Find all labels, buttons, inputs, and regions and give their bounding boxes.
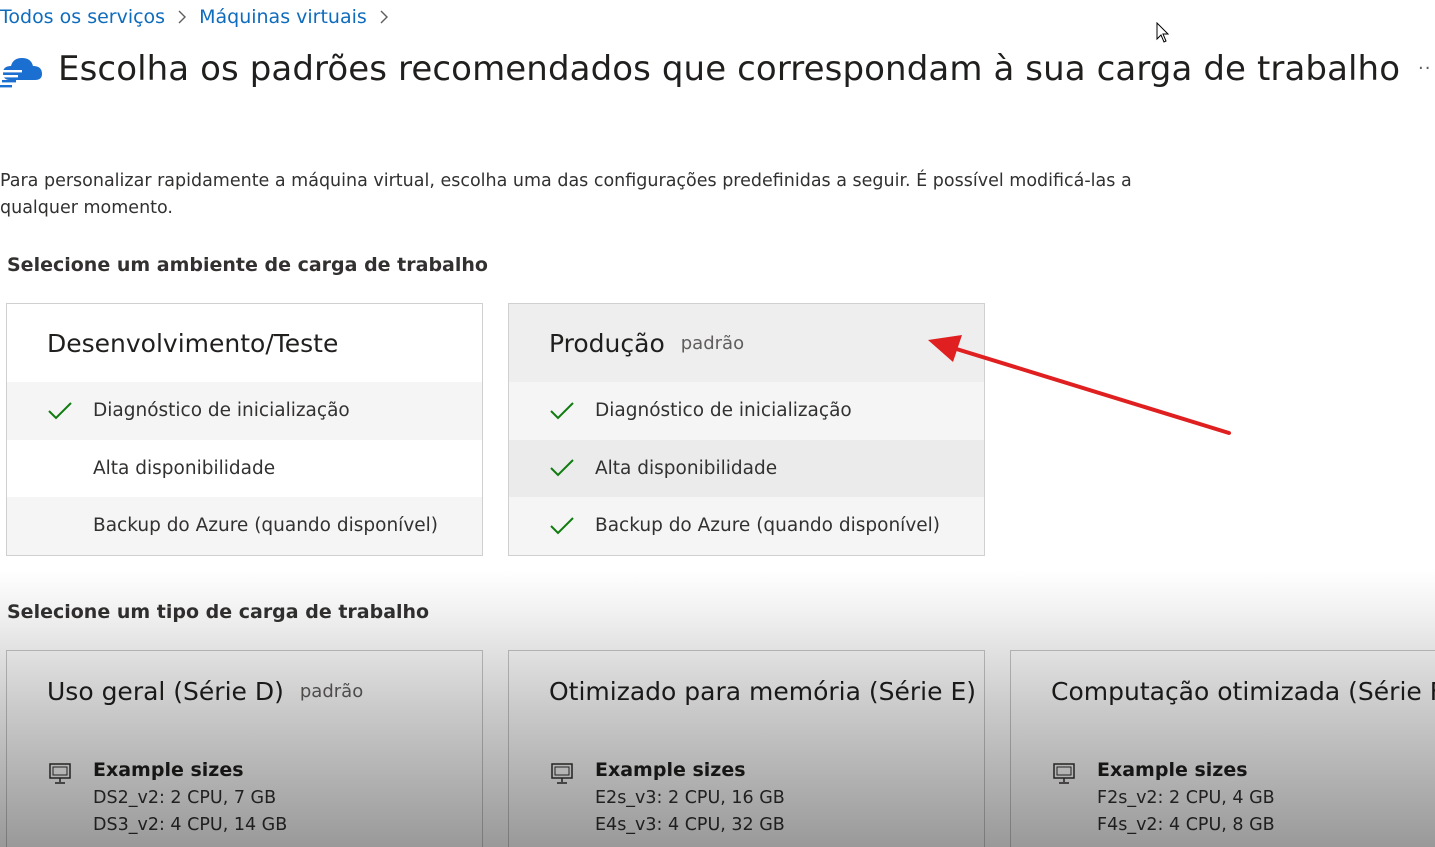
feature-label: Alta disponibilidade <box>595 457 778 479</box>
page-title: Escolha os padrões recomendados que corr… <box>58 49 1401 89</box>
chevron-right-icon <box>177 9 187 25</box>
card-header: Otimizado para memória (Série E) <box>509 651 984 731</box>
monitor-icon <box>49 763 71 784</box>
monitor-icon <box>551 763 573 784</box>
card-title: Desenvolvimento/Teste <box>47 328 339 358</box>
breadcrumb: Todos os serviços Máquinas virtuais <box>0 6 401 28</box>
monitor-icon <box>1053 763 1075 784</box>
checkmark-icon <box>549 398 575 424</box>
feature-label: Backup do Azure (quando disponível) <box>595 515 941 537</box>
feature-row: Backup do Azure (quando disponível) <box>509 497 984 555</box>
card-title: Uso geral (Série D) <box>47 676 284 706</box>
breadcrumb-all-services[interactable]: Todos os serviços <box>0 6 165 28</box>
feature-label: Backup do Azure (quando disponível) <box>93 515 439 537</box>
sizes-label: Example sizes <box>595 759 746 781</box>
card-title: Otimizado para memória (Série E) <box>549 676 976 706</box>
workload-section-heading: Selecione um tipo de carga de trabalho <box>7 601 430 623</box>
feature-row: Diagnóstico de inicialização <box>509 382 984 440</box>
card-body: Example sizes E2s_v3: 2 CPU, 16 GB E4s_v… <box>509 731 984 839</box>
card-header: Computação otimizada (Série F) <box>1011 651 1435 731</box>
feature-label: Diagnóstico de inicialização <box>595 400 852 422</box>
more-options-icon[interactable]: ·· <box>1418 58 1431 79</box>
checkmark-icon <box>47 398 73 424</box>
sizes-label: Example sizes <box>93 759 244 781</box>
title-row: Escolha os padrões recomendados que corr… <box>0 46 1400 92</box>
feature-label: Diagnóstico de inicialização <box>93 400 350 422</box>
mouse-cursor-icon <box>1156 22 1170 43</box>
feature-row: Alta disponibilidade <box>509 439 984 497</box>
chevron-right-icon <box>379 9 389 25</box>
size-line: E2s_v3: 2 CPU, 16 GB <box>595 788 785 808</box>
environment-section-heading: Selecione um ambiente de carga de trabal… <box>7 254 488 276</box>
feature-row: Alta disponibilidade <box>7 440 482 498</box>
environment-card-devtest[interactable]: Desenvolvimento/Teste Diagnóstico de ini… <box>6 303 483 556</box>
feature-row: Backup do Azure (quando disponível) <box>7 497 482 555</box>
size-line: F2s_v2: 2 CPU, 4 GB <box>1097 788 1275 808</box>
size-line: DS2_v2: 2 CPU, 7 GB <box>93 788 277 808</box>
intro-text: Para personalizar rapidamente a máquina … <box>0 171 1132 218</box>
card-title: Produção <box>549 328 665 358</box>
workload-card-general-purpose[interactable]: Uso geral (Série D) padrão Example sizes… <box>6 650 483 847</box>
default-tag: padrão <box>299 680 364 702</box>
breadcrumb-virtual-machines[interactable]: Máquinas virtuais <box>199 6 367 28</box>
default-tag: padrão <box>680 332 745 354</box>
card-header: Uso geral (Série D) padrão <box>7 651 482 731</box>
page: Todos os serviços Máquinas virtuais Esco… <box>0 0 1435 847</box>
card-body: Example sizes F2s_v2: 2 CPU, 4 GB F4s_v2… <box>1011 731 1435 839</box>
feature-row: Diagnóstico de inicialização <box>7 382 482 440</box>
size-line: DS3_v2: 4 CPU, 14 GB <box>93 815 288 835</box>
card-header: Desenvolvimento/Teste <box>7 304 482 382</box>
checkmark-icon <box>549 455 575 481</box>
feature-label: Alta disponibilidade <box>93 457 276 479</box>
card-body: Example sizes DS2_v2: 2 CPU, 7 GB DS3_v2… <box>7 731 482 839</box>
checkmark-icon <box>549 513 575 539</box>
card-title: Computação otimizada (Série F) <box>1051 676 1435 706</box>
sizes-label: Example sizes <box>1097 759 1248 781</box>
workload-card-memory-optimized[interactable]: Otimizado para memória (Série E) Example… <box>508 650 985 847</box>
cloud-icon <box>0 58 42 88</box>
size-line: F4s_v2: 4 CPU, 8 GB <box>1097 815 1275 835</box>
environment-card-production[interactable]: Produção padrão Diagnóstico de inicializ… <box>508 303 985 556</box>
workload-card-compute-optimized[interactable]: Computação otimizada (Série F) Example s… <box>1010 650 1435 847</box>
card-header: Produção padrão <box>509 304 984 382</box>
size-line: E4s_v3: 4 CPU, 32 GB <box>595 815 785 835</box>
